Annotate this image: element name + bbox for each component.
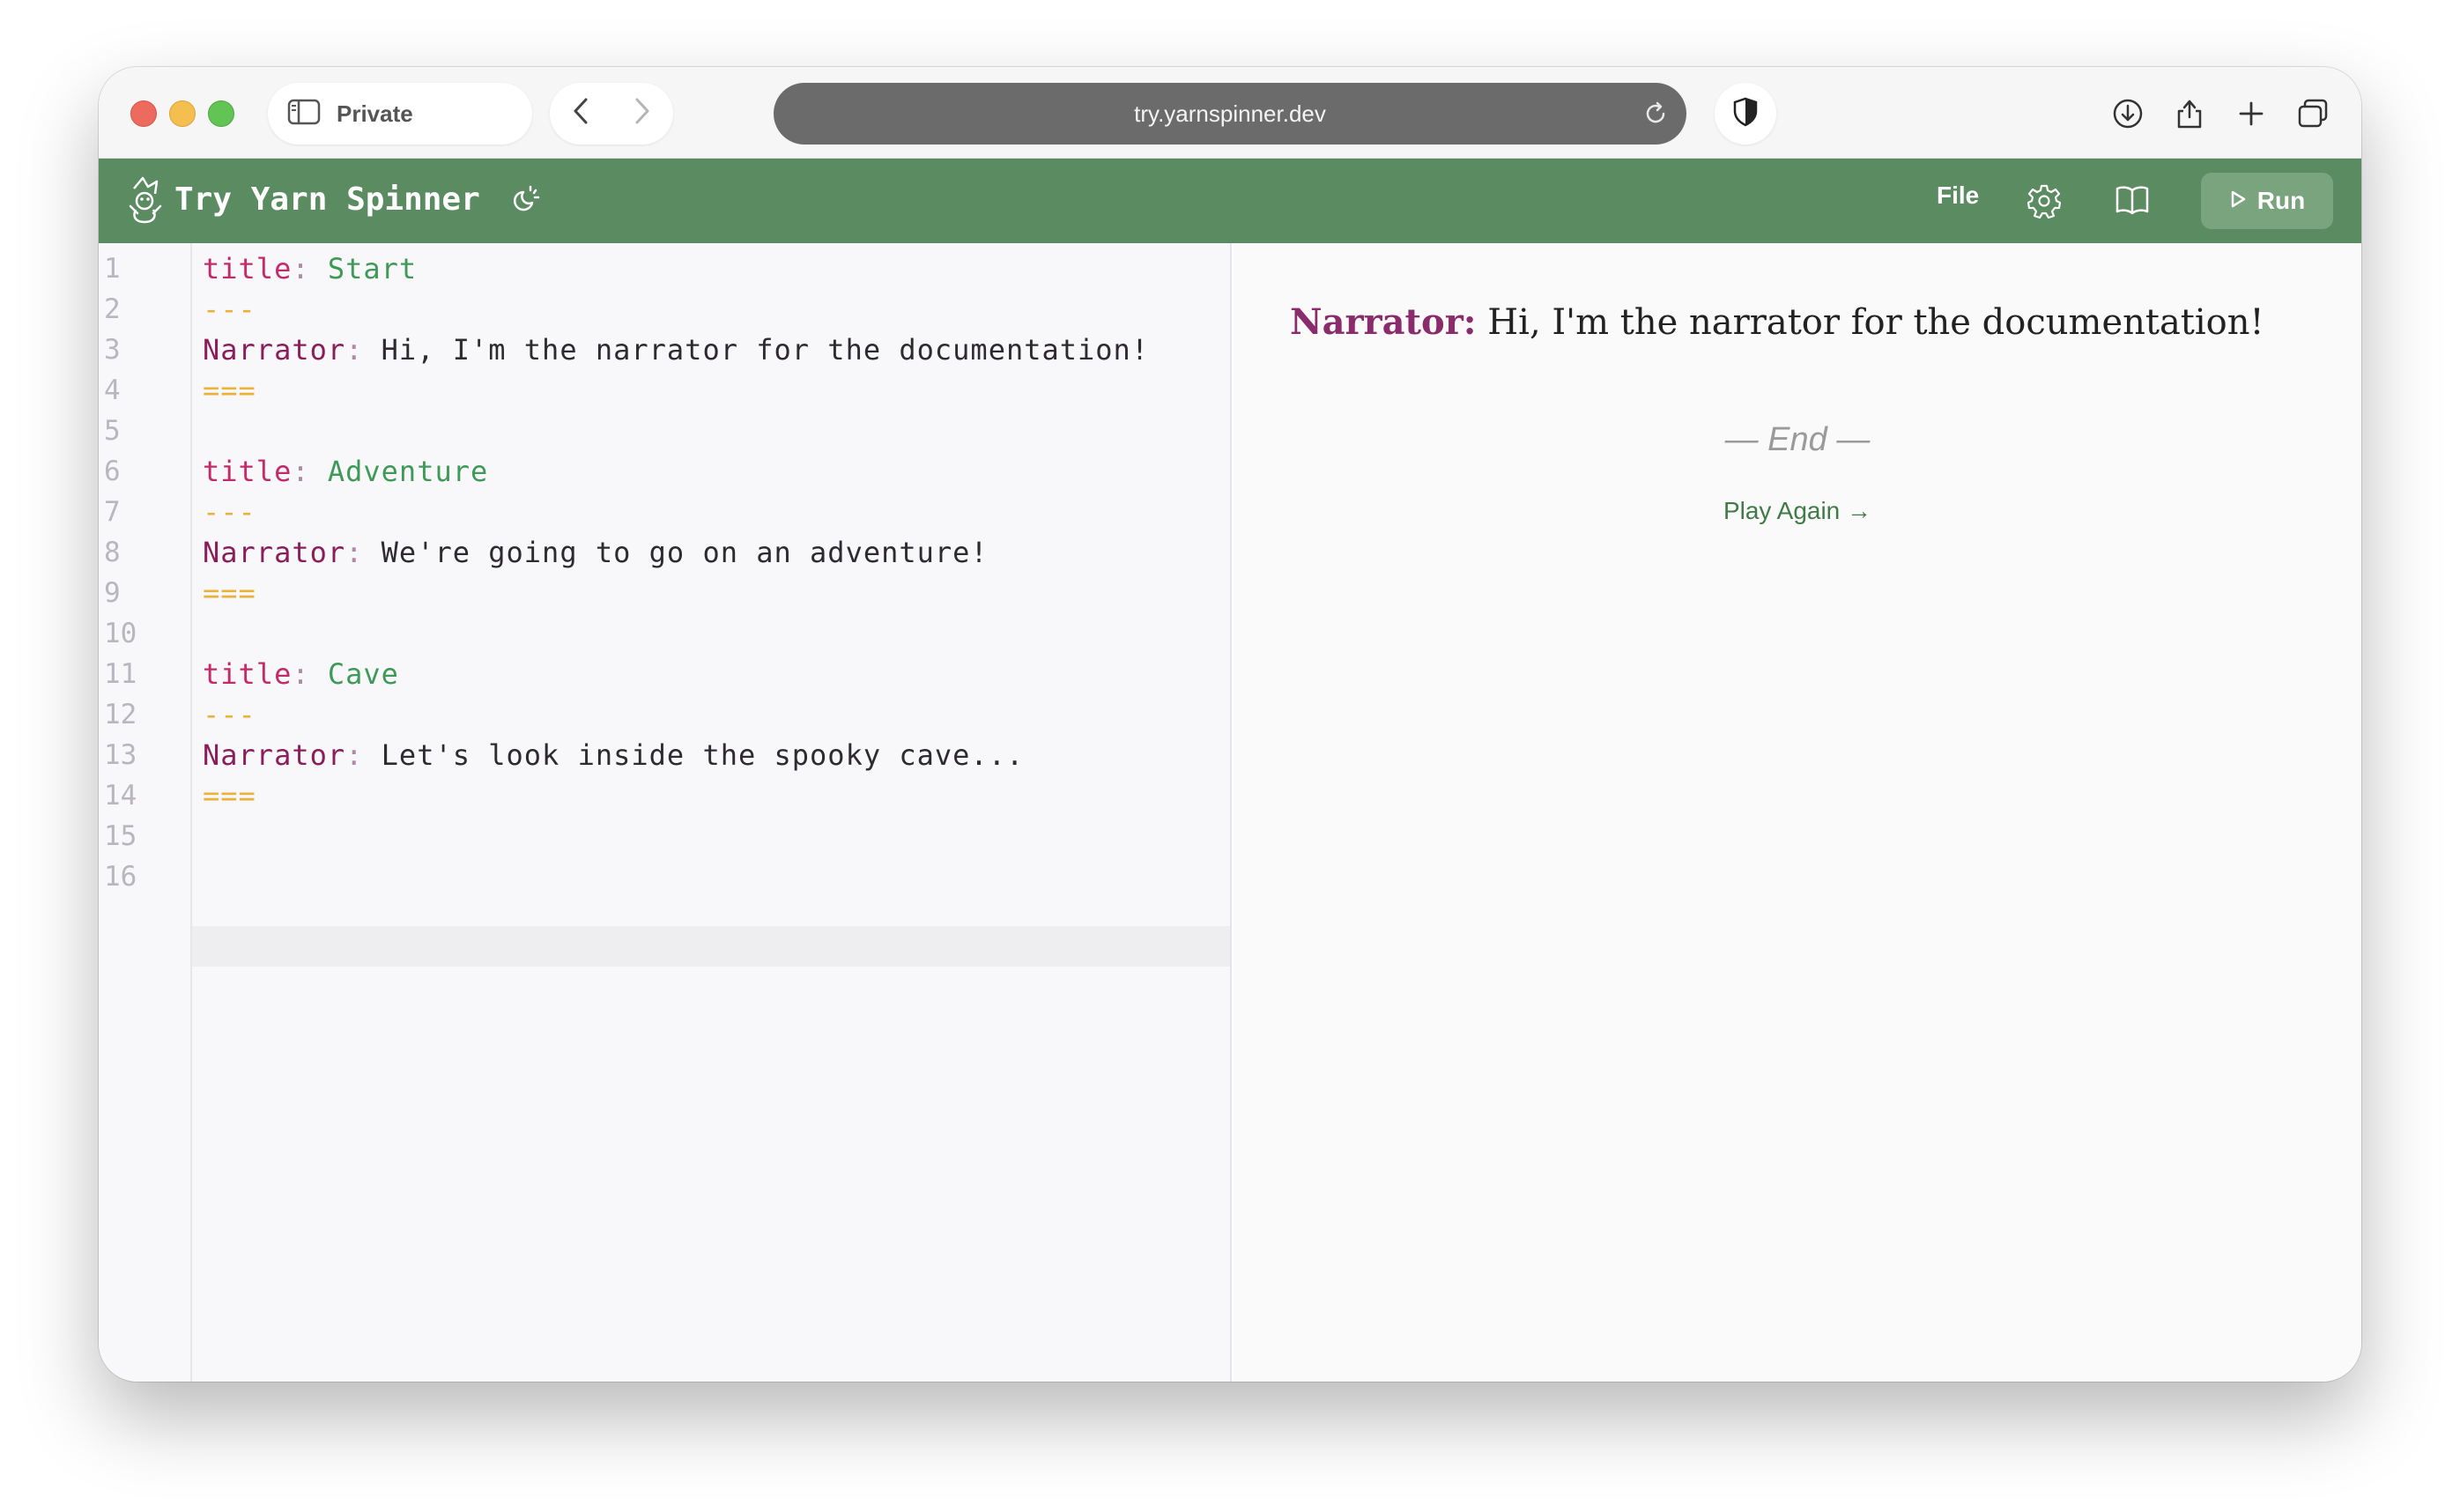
speaker-name: Narrator: xyxy=(1290,301,1477,343)
end-marker: — End — xyxy=(1724,421,1871,458)
code-line: Narrator: Let's look inside the spooky c… xyxy=(203,738,1025,772)
run-label: Run xyxy=(2256,187,2306,214)
forward-icon[interactable] xyxy=(632,96,653,132)
code-line: Narrator: We're going to go on an advent… xyxy=(203,536,989,569)
documentation-book-icon[interactable] xyxy=(2115,183,2150,221)
app-title: Try Yarn Spinner xyxy=(174,182,480,218)
close-window-button[interactable] xyxy=(130,100,157,127)
code-line: title: Cave xyxy=(203,657,399,691)
code-line: --- xyxy=(203,698,256,731)
zoom-window-button[interactable] xyxy=(208,100,234,127)
url-text: try.yarnspinner.dev xyxy=(1134,100,1326,127)
download-icon[interactable] xyxy=(2103,89,2152,138)
line-number: 1 xyxy=(104,253,121,285)
line-number: 7 xyxy=(104,496,121,528)
theme-toggle-icon[interactable] xyxy=(506,183,541,223)
new-tab-icon[interactable] xyxy=(2227,89,2276,138)
browser-toolbar: Private try.yarnspinner.dev xyxy=(99,67,2361,159)
line-number: 10 xyxy=(104,618,137,649)
line-number: 3 xyxy=(104,334,121,366)
line-number: 11 xyxy=(104,658,137,690)
code-line: Narrator: Hi, I'm the narrator for the d… xyxy=(203,333,1150,367)
share-icon[interactable] xyxy=(2165,89,2214,138)
privacy-report-button[interactable] xyxy=(1715,83,1776,145)
play-again-link[interactable]: Play Again → xyxy=(1723,497,1871,524)
file-menu-button[interactable]: File xyxy=(1937,182,1979,210)
gear-icon[interactable] xyxy=(2027,183,2062,223)
dialogue-line: Narrator: Hi, I'm the narrator for the d… xyxy=(1290,301,2264,343)
sidebar-private-button[interactable]: Private xyxy=(268,83,532,145)
line-number: 14 xyxy=(104,780,137,812)
navigation-buttons xyxy=(550,83,673,145)
run-button[interactable]: Run xyxy=(2201,173,2333,229)
active-line-highlight xyxy=(99,926,1230,967)
code-line: --- xyxy=(203,293,256,326)
shield-icon xyxy=(1732,97,1759,131)
minimize-window-button[interactable] xyxy=(169,100,196,127)
line-number: 6 xyxy=(104,456,121,487)
dialogue-preview-panel: Narrator: Hi, I'm the narrator for the d… xyxy=(1234,243,2361,1382)
browser-tools xyxy=(2097,83,2344,145)
code-line: === xyxy=(203,374,256,407)
line-number: 2 xyxy=(104,293,121,325)
private-label: Private xyxy=(337,100,413,127)
line-number: 9 xyxy=(104,577,121,609)
back-icon[interactable] xyxy=(570,96,591,132)
code-line: title: Start xyxy=(203,252,418,285)
line-number: 15 xyxy=(104,820,137,852)
app-header: Try Yarn Spinner File Run xyxy=(99,159,2361,243)
code-line: title: Adventure xyxy=(203,455,489,488)
address-bar[interactable]: try.yarnspinner.dev xyxy=(774,83,1686,145)
reload-icon[interactable] xyxy=(1642,100,1669,131)
line-number: 16 xyxy=(104,861,137,893)
line-number: 12 xyxy=(104,699,137,730)
line-number: 5 xyxy=(104,415,121,447)
browser-window: Private try.yarnspinner.dev Try Yarn Spi… xyxy=(99,67,2361,1382)
code-line: === xyxy=(203,576,256,610)
tabs-overview-icon[interactable] xyxy=(2288,89,2338,138)
line-number: 13 xyxy=(104,739,137,771)
code-editor[interactable]: 1 2 3 4 5 6 7 8 9 10 11 12 13 14 15 16 t… xyxy=(99,243,1232,1382)
play-icon xyxy=(2229,189,2247,213)
dialogue-text: Hi, I'm the narrator for the documentati… xyxy=(1476,302,2264,343)
line-number: 4 xyxy=(104,374,121,406)
sidebar-icon xyxy=(287,99,321,130)
code-line: === xyxy=(203,779,256,812)
yarn-spinner-logo-icon xyxy=(125,174,166,230)
line-number: 8 xyxy=(104,537,121,568)
code-line: --- xyxy=(203,495,256,529)
